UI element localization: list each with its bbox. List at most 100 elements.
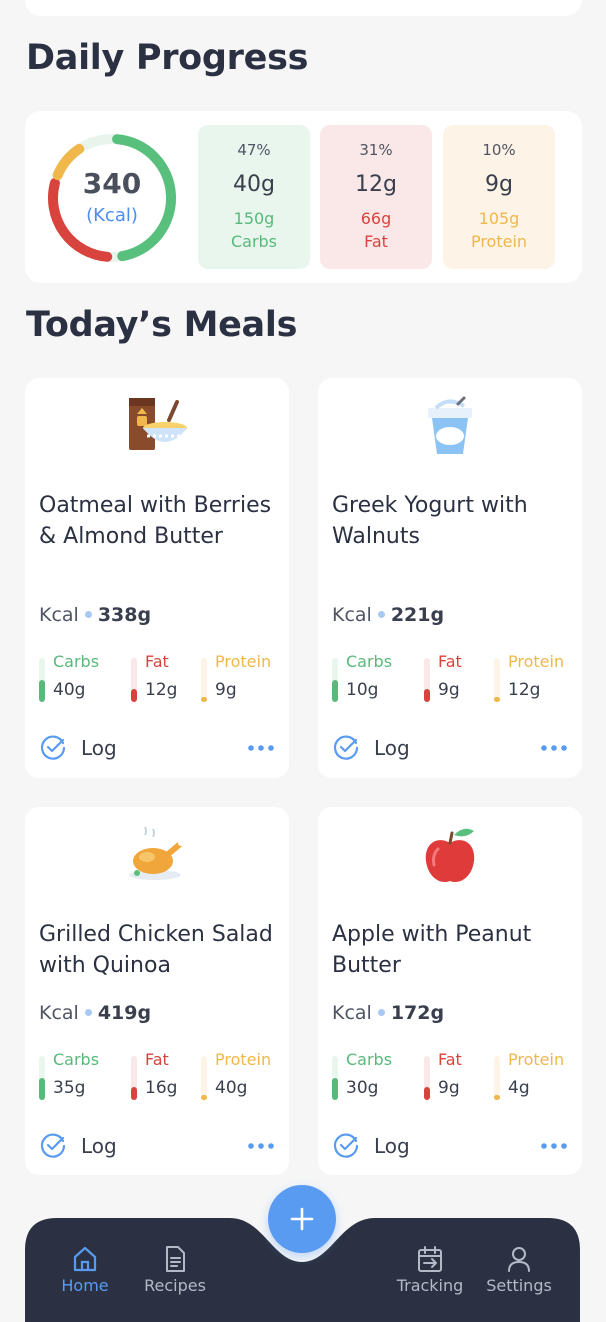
macro-percent: 31% (359, 141, 393, 159)
macro-value: 9g (485, 172, 513, 197)
check-circle-icon[interactable] (332, 734, 360, 762)
log-button[interactable]: Log (374, 736, 410, 760)
yogurt-cup-icon (428, 396, 472, 454)
log-button[interactable]: Log (374, 1134, 410, 1158)
meal-card[interactable]: Oatmeal with Berries & Almond Butter Kca… (25, 378, 289, 778)
todays-meals-title: Today’s Meals (26, 305, 298, 345)
kcal-label: Kcal (332, 1002, 372, 1024)
carbs-bar-fill (39, 680, 45, 702)
check-circle-icon[interactable] (332, 1132, 360, 1160)
fat-label: Fat (438, 1050, 462, 1069)
carbs-label: Carbs (346, 652, 393, 671)
protein-label: Protein (508, 1050, 565, 1069)
check-circle-icon[interactable] (39, 1132, 67, 1160)
macro-target: 105g (478, 209, 520, 228)
separator-dot (377, 1008, 385, 1016)
log-button[interactable]: Log (81, 736, 117, 760)
kcal-value: 172g (390, 1002, 445, 1024)
macro-value: 40g (233, 172, 275, 197)
protein-label: Protein (215, 652, 272, 671)
protein-bar (201, 1056, 207, 1100)
macro-target: 66g (360, 209, 392, 228)
carbs-value: 35g (53, 1078, 86, 1098)
fat-bar (131, 658, 137, 702)
log-row: Log (39, 734, 275, 764)
roast-chicken-icon (129, 826, 184, 880)
meal-name: Oatmeal with Berries & Almond Butter (39, 493, 272, 549)
nav-item-home[interactable]: Home (45, 1244, 125, 1295)
macro-percent: 47% (237, 141, 271, 159)
carbs-value: 10g (346, 680, 379, 700)
settings-icon (508, 1247, 530, 1272)
macro-box-protein: 10% 9g 105g Protein (443, 125, 555, 269)
kcal-label: Kcal (39, 1002, 79, 1024)
fat-bar (424, 658, 430, 702)
calorie-unit: (Kcal) (86, 205, 138, 226)
log-row: Log (332, 1132, 568, 1162)
carbs-label: Carbs (346, 1050, 393, 1069)
protein-bar (201, 658, 207, 702)
nav-label: Tracking (396, 1276, 464, 1295)
macro-name: Fat (364, 232, 388, 251)
macro-box-carbs: 47% 40g 150g Carbs (198, 125, 310, 269)
nav-label: Home (61, 1276, 109, 1295)
meal-name: Apple with Peanut Butter (332, 922, 532, 978)
carbs-bar-fill (39, 1078, 45, 1100)
more-options-icon[interactable] (540, 1140, 568, 1152)
separator-dot (377, 610, 385, 618)
apple-icon (425, 828, 475, 883)
fat-label: Fat (438, 652, 462, 671)
kcal-label: Kcal (332, 604, 372, 626)
meal-name: Greek Yogurt with Walnuts (332, 493, 528, 549)
meal-name: Grilled Chicken Salad with Quinoa (39, 922, 273, 978)
nav-item-recipes[interactable]: Recipes (135, 1244, 215, 1295)
fat-bar (131, 1056, 137, 1100)
carbs-value: 30g (346, 1078, 379, 1098)
carbs-bar-fill (332, 680, 338, 702)
kcal-line: Kcal 172g (332, 1002, 444, 1024)
protein-value: 12g (508, 680, 541, 700)
nav-item-tracking[interactable]: Tracking (390, 1244, 470, 1295)
calorie-value: 340 (82, 167, 142, 200)
meal-card[interactable]: Apple with Peanut Butter Kcal 172g Carbs … (318, 807, 582, 1175)
protein-value: 4g (508, 1078, 530, 1098)
log-button[interactable]: Log (81, 1134, 117, 1158)
carbs-value: 40g (53, 680, 86, 700)
macro-percent: 10% (482, 141, 516, 159)
kcal-value: 338g (97, 604, 152, 626)
fat-bar-fill (424, 1087, 430, 1100)
separator-dot (84, 610, 92, 618)
meal-card[interactable]: Greek Yogurt with Walnuts Kcal 221g Carbs… (318, 378, 582, 778)
add-meal-button[interactable] (268, 1185, 336, 1253)
daily-progress-title: Daily Progress (26, 38, 309, 78)
nav-item-settings[interactable]: Settings (479, 1244, 559, 1295)
protein-label: Protein (508, 652, 565, 671)
carbs-bar (332, 1056, 338, 1100)
more-options-icon[interactable] (247, 1140, 275, 1152)
nav-label: Recipes (144, 1276, 206, 1295)
carbs-bar-fill (332, 1078, 338, 1100)
separator-dot (84, 1008, 92, 1016)
kcal-line: Kcal 221g (332, 604, 444, 626)
meal-card[interactable]: Grilled Chicken Salad with Quinoa Kcal 41… (25, 807, 289, 1175)
fat-bar-fill (131, 689, 137, 702)
home-icon (73, 1246, 97, 1272)
macro-name: Carbs (230, 232, 278, 251)
macro-name: Protein (470, 232, 528, 251)
fat-value: 12g (145, 680, 178, 700)
log-row: Log (332, 734, 568, 764)
protein-label: Protein (215, 1050, 272, 1069)
fat-bar (424, 1056, 430, 1100)
more-options-icon[interactable] (540, 742, 568, 754)
kcal-line: Kcal 338g (39, 604, 151, 626)
kcal-line: Kcal 419g (39, 1002, 151, 1024)
kcal-value: 419g (97, 1002, 152, 1024)
more-options-icon[interactable] (247, 742, 275, 754)
carbs-bar (332, 658, 338, 702)
recipes-icon (166, 1246, 185, 1272)
check-circle-icon[interactable] (39, 734, 67, 762)
carbs-label: Carbs (53, 652, 100, 671)
protein-value: 9g (215, 680, 237, 700)
carbs-bar (39, 658, 45, 702)
daily-progress-card: 340 (Kcal) 47% 40g 150g Carbs 31% 12g 66… (25, 111, 582, 283)
